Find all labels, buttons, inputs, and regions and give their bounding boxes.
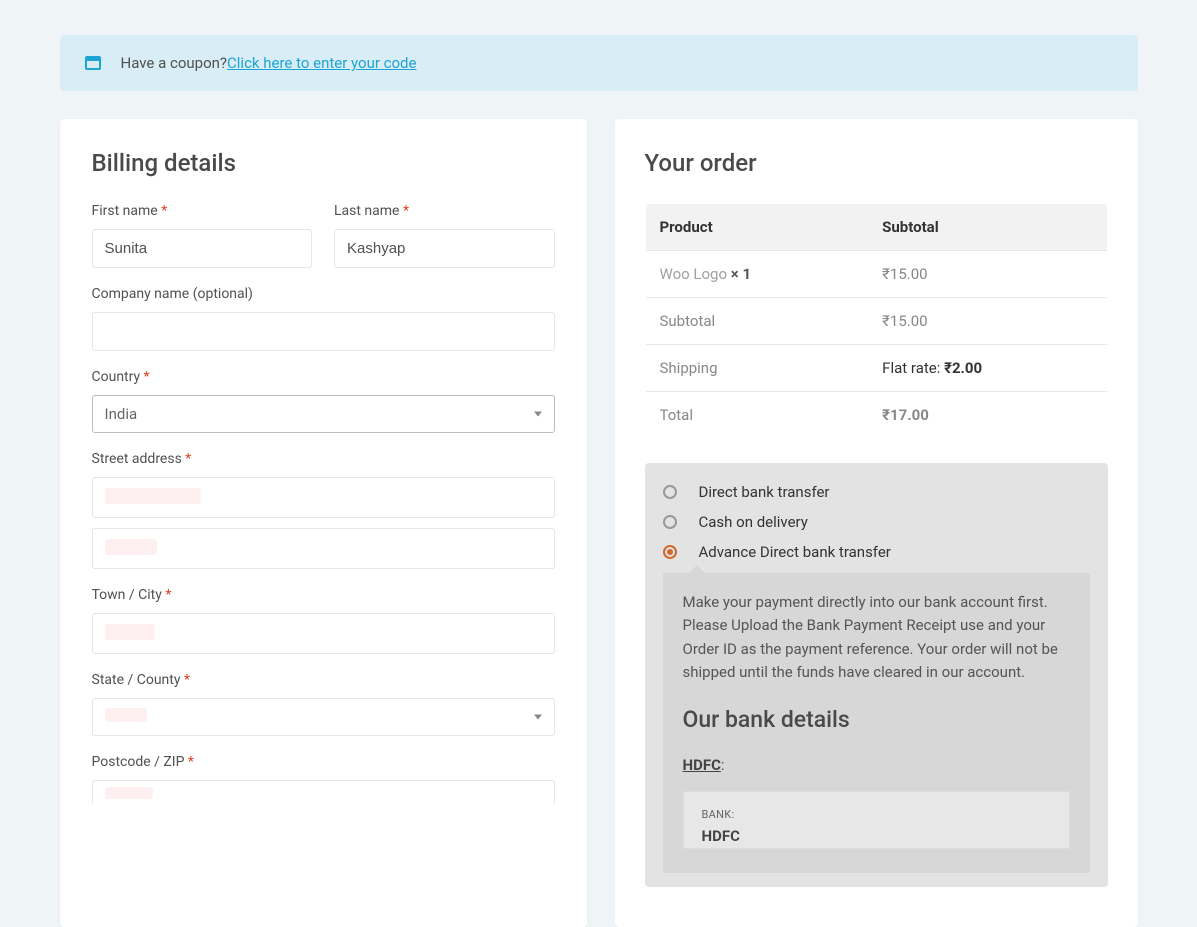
bank-details-title: Our bank details: [683, 702, 1070, 738]
first-name-label: First name *: [92, 203, 313, 219]
order-table: Product Subtotal Woo Logo × 1 ₹15.00 Sub…: [645, 203, 1108, 439]
first-name-input[interactable]: [92, 229, 313, 268]
billing-title: Billing details: [92, 149, 555, 177]
street-address-1-input[interactable]: [92, 477, 555, 518]
cell-subtotal-label: Subtotal: [645, 298, 868, 345]
cell-item-price: ₹15.00: [868, 251, 1107, 298]
country-select[interactable]: India: [92, 395, 555, 433]
cell-total-value: ₹17.00: [868, 392, 1107, 439]
coupon-link[interactable]: Click here to enter your code: [227, 54, 416, 72]
town-input[interactable]: [92, 613, 555, 654]
cell-product: Woo Logo × 1: [645, 251, 868, 298]
last-name-label: Last name *: [334, 203, 555, 219]
radio-advance-bank[interactable]: [663, 545, 677, 559]
pm-advance-bank[interactable]: Advance Direct bank transfer: [663, 543, 1090, 561]
company-input[interactable]: [92, 312, 555, 351]
bank-detail-box: BANK: HDFC: [683, 791, 1070, 849]
table-row: Subtotal ₹15.00: [645, 298, 1107, 345]
company-label: Company name (optional): [92, 286, 555, 302]
cell-shipping-value: Flat rate: ₹2.00: [868, 345, 1107, 392]
cell-subtotal-value: ₹15.00: [868, 298, 1107, 345]
cell-shipping-label: Shipping: [645, 345, 868, 392]
last-name-input[interactable]: [334, 229, 555, 268]
table-row: Total ₹17.00: [645, 392, 1107, 439]
payment-methods: Direct bank transfer Cash on delivery Ad…: [645, 463, 1108, 887]
bank-name: HDFC: [683, 756, 721, 774]
payment-description: Make your payment directly into our bank…: [663, 573, 1090, 873]
town-label: Town / City *: [92, 587, 555, 603]
radio-direct-bank[interactable]: [663, 485, 677, 499]
street-address-2-input[interactable]: [92, 528, 555, 569]
payment-desc-text: Make your payment directly into our bank…: [683, 591, 1070, 684]
order-title: Your order: [645, 149, 1108, 177]
postcode-input[interactable]: [92, 780, 555, 804]
coupon-text: Have a coupon?: [121, 54, 228, 72]
bank-detail-label: BANK:: [702, 806, 1051, 823]
street-label: Street address *: [92, 451, 555, 467]
coupon-icon: [85, 56, 101, 70]
bank-detail-value: HDFC: [702, 825, 1051, 848]
table-row: Woo Logo × 1 ₹15.00: [645, 251, 1107, 298]
state-select[interactable]: [92, 698, 555, 736]
th-product: Product: [645, 204, 868, 251]
pm-cod[interactable]: Cash on delivery: [663, 513, 1090, 531]
table-row: Shipping Flat rate: ₹2.00: [645, 345, 1107, 392]
state-label: State / County *: [92, 672, 555, 688]
order-summary-card: Your order Product Subtotal Woo Logo × 1…: [615, 119, 1138, 927]
radio-cod[interactable]: [663, 515, 677, 529]
cell-total-label: Total: [645, 392, 868, 439]
pm-direct-bank[interactable]: Direct bank transfer: [663, 483, 1090, 501]
billing-details-card: Billing details First name * Last name *…: [60, 119, 587, 927]
th-subtotal: Subtotal: [868, 204, 1107, 251]
postcode-label: Postcode / ZIP *: [92, 754, 555, 770]
country-label: Country *: [92, 369, 555, 385]
coupon-notice: Have a coupon? Click here to enter your …: [60, 35, 1138, 91]
